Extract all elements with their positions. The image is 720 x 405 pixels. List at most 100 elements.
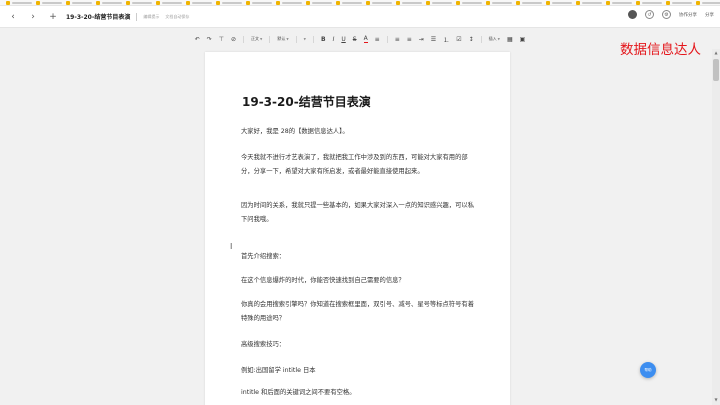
new-doc-icon[interactable]: +: [46, 10, 60, 24]
bookmark-item[interactable]: [516, 0, 542, 5]
table-icon[interactable]: ▦: [507, 36, 513, 43]
align-center-icon[interactable]: ≡: [407, 36, 412, 43]
paragraph[interactable]: intitle 和后面的关键词之间不要有空格。: [241, 386, 477, 400]
header-divider: [136, 12, 138, 21]
settings-icon[interactable]: ⚙: [662, 10, 671, 19]
undo-icon[interactable]: ↶: [195, 36, 200, 43]
paragraph[interactable]: 首先介绍搜索：: [241, 250, 477, 264]
text-cursor-icon: I: [230, 242, 233, 251]
toolbar-divider: [480, 35, 482, 43]
bookmark-item[interactable]: [546, 0, 572, 5]
bookmark-item[interactable]: [126, 0, 152, 5]
line-spacing-icon[interactable]: ↕: [469, 36, 474, 43]
paragraph[interactable]: 在这个信息爆炸的时代，你能否快速找到自己需要的信息？: [241, 274, 477, 288]
align-left-icon[interactable]: ≡: [395, 36, 400, 43]
history-icon[interactable]: ↺: [645, 10, 654, 19]
toolbar-divider: [269, 35, 271, 43]
more-button[interactable]: 分享: [705, 12, 714, 18]
toolbar-divider: [243, 35, 245, 43]
share-button[interactable]: 协作分享: [679, 12, 697, 18]
scrollbar-thumb[interactable]: [713, 59, 719, 81]
bookmark-item[interactable]: [426, 0, 452, 5]
folder-icon: [66, 0, 70, 5]
bookmark-item[interactable]: [666, 0, 692, 5]
bookmark-item[interactable]: [36, 0, 62, 5]
folder-icon: [306, 0, 310, 5]
heading-select[interactable]: 正文 ▼: [251, 36, 262, 42]
scroll-down-icon[interactable]: ▼: [712, 396, 720, 403]
bookmark-item[interactable]: [336, 0, 362, 5]
folder-icon: [216, 0, 220, 5]
chevron-down-icon: ▼: [260, 37, 263, 41]
paragraph[interactable]: 大家好，我是 28的【数据信息达人】。: [241, 125, 477, 139]
folder-icon: [36, 0, 40, 5]
folder-icon: [6, 0, 10, 5]
scrollbar[interactable]: ▲ ▼: [712, 49, 720, 405]
bookmark-item[interactable]: [96, 0, 122, 5]
insert-button[interactable]: 插入 ▼: [489, 36, 500, 42]
back-icon[interactable]: ‹: [6, 10, 20, 24]
folder-icon: [336, 0, 340, 5]
doc-title[interactable]: 19-3-20-结营节目表演: [66, 12, 130, 21]
bookmark-item[interactable]: [156, 0, 182, 5]
folder-icon: [96, 0, 100, 5]
checklist-icon[interactable]: ☑: [456, 36, 461, 43]
underline-button[interactable]: U: [341, 36, 345, 43]
scroll-up-icon[interactable]: ▲: [712, 49, 720, 56]
clear-format-icon[interactable]: ⊘: [231, 36, 236, 43]
document-header: ‹ › + 19-3-20-结营节目表演 编辑提示 文档自动保存 ↺ ⚙ 协作分…: [0, 6, 720, 28]
indent-icon[interactable]: ⇥: [419, 36, 424, 43]
bookmark-item[interactable]: [6, 0, 32, 5]
bold-button[interactable]: B: [321, 36, 326, 43]
help-button[interactable]: 帮助: [640, 362, 656, 378]
folder-icon: [516, 0, 520, 5]
folder-icon: [396, 0, 400, 5]
image-icon[interactable]: ▣: [520, 36, 526, 43]
folder-icon: [126, 0, 130, 5]
save-status: 文档自动保存: [165, 13, 190, 19]
folder-icon: [186, 0, 190, 5]
folder-icon: [696, 0, 700, 5]
document-title[interactable]: 19-3-20-结营节目表演: [242, 93, 371, 110]
toolbar-divider: [312, 35, 314, 43]
bookmark-item[interactable]: [456, 0, 482, 5]
font-select[interactable]: 默认 ▼: [277, 36, 288, 42]
edit-status: 编辑提示: [143, 13, 160, 19]
bookmark-item[interactable]: [636, 0, 662, 5]
paragraph[interactable]: 你真的会用搜索引擎吗？你知道在搜索框里面，双引号、减号、星号等标点符号有着特殊的…: [241, 298, 477, 325]
paragraph[interactable]: 因为时间的关系，我就只提一些基本的，如果大家对深入一点的知识感兴趣，可以私下问我…: [241, 199, 477, 226]
paragraph[interactable]: 例如:出国留学 intitle 日本: [241, 364, 477, 378]
strikethrough-button[interactable]: S: [353, 36, 357, 43]
bookmark-item[interactable]: [216, 0, 242, 5]
watermark-text: 数据信息达人: [620, 42, 701, 58]
bookmark-item[interactable]: [306, 0, 332, 5]
italic-button[interactable]: I: [333, 36, 335, 43]
toolbar-divider: [295, 35, 297, 43]
list-icon[interactable]: ☰: [431, 36, 436, 43]
avatar[interactable]: [628, 10, 637, 19]
bookmark-item[interactable]: [366, 0, 392, 5]
chevron-down-icon: ▼: [303, 37, 306, 41]
forward-icon[interactable]: ›: [26, 10, 40, 24]
bookmark-item[interactable]: [276, 0, 302, 5]
bookmark-item[interactable]: [186, 0, 212, 5]
document-page[interactable]: 19-3-20-结营节目表演 大家好，我是 28的【数据信息达人】。 今天我就不…: [205, 52, 510, 405]
folder-icon: [666, 0, 670, 5]
bookmark-item[interactable]: [66, 0, 92, 5]
font-color-button[interactable]: A: [363, 35, 368, 43]
bookmark-item[interactable]: [576, 0, 602, 5]
paragraph[interactable]: 高级搜索技巧：: [241, 338, 477, 352]
highlight-icon[interactable]: ≡: [375, 36, 380, 43]
bookmark-item[interactable]: [486, 0, 512, 5]
folder-icon: [486, 0, 490, 5]
redo-icon[interactable]: ↷: [207, 36, 212, 43]
font-size-select[interactable]: ▼: [304, 37, 306, 41]
bookmark-item[interactable]: [246, 0, 272, 5]
format-painter-icon[interactable]: ⊤: [219, 36, 224, 43]
bookmark-item[interactable]: [606, 0, 632, 5]
folder-icon: [606, 0, 610, 5]
bookmark-item[interactable]: [396, 0, 422, 5]
bookmark-item[interactable]: [696, 0, 720, 5]
ordered-list-icon[interactable]: ⒈: [443, 35, 449, 44]
paragraph[interactable]: 今天我就不进行才艺表演了，我就把我工作中涉及到的东西，可能对大家有用的部分，分享…: [241, 151, 477, 178]
